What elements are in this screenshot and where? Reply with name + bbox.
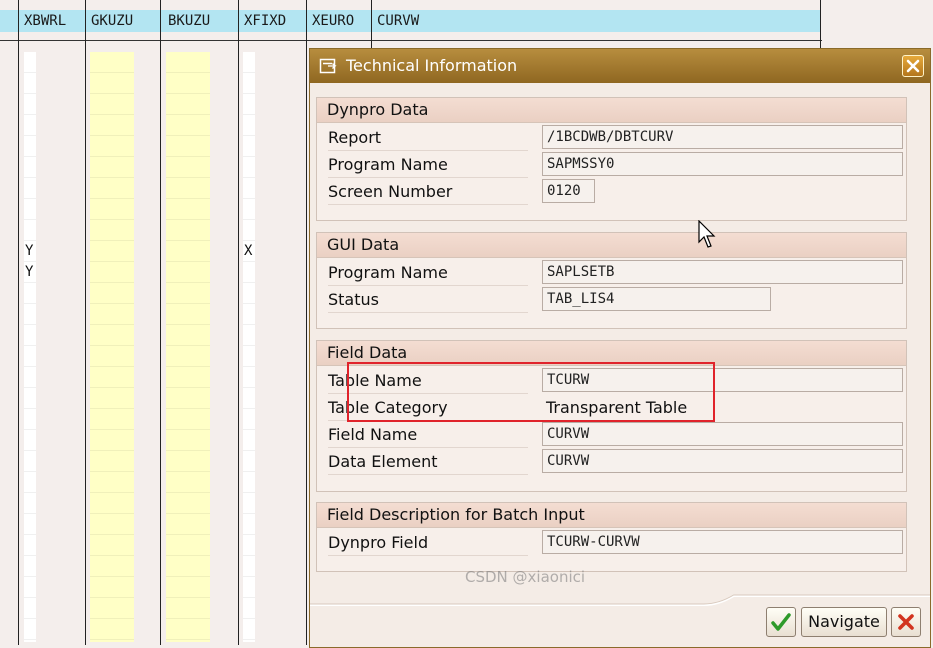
table-cell-xbwrl[interactable]: Y <box>25 264 33 280</box>
continue-button[interactable] <box>766 607 796 637</box>
technical-information-dialog: Technical Information Dynpro Data Report… <box>309 48 931 648</box>
section-title: Field Description for Batch Input <box>317 503 906 528</box>
column-header-gkuzu[interactable]: GKUZU <box>86 10 133 32</box>
screen-number-label: Screen Number <box>328 179 528 205</box>
section-batch-input: Field Description for Batch Input Dynpro… <box>316 502 907 572</box>
table-cell-xfixd[interactable]: X <box>244 243 252 259</box>
highlight-annotation <box>347 362 715 422</box>
dynpro-field-label: Dynpro Field <box>328 530 528 556</box>
column-separator <box>820 0 821 48</box>
navigate-button[interactable]: Navigate <box>801 607 887 637</box>
dynpro-field-field[interactable]: TCURW-CURVW <box>542 530 903 554</box>
column-separator <box>85 0 86 645</box>
watermark: CSDN @xiaonici <box>465 568 586 586</box>
cancel-x-icon <box>898 614 914 630</box>
gui-program-name-field[interactable]: SAPLSETB <box>542 260 903 284</box>
column-separator <box>306 0 307 645</box>
report-field[interactable]: /1BCDWB/DBTCURV <box>542 125 903 149</box>
column-cells-bkuzu[interactable] <box>166 52 210 642</box>
section-title: GUI Data <box>317 233 906 258</box>
column-cells-gkuzu[interactable] <box>90 52 134 642</box>
gui-program-name-label: Program Name <box>328 260 528 286</box>
section-dynpro-data: Dynpro Data Report /1BCDWB/DBTCURV Progr… <box>316 97 907 221</box>
column-separator <box>238 0 239 645</box>
column-cells-xbwrl[interactable] <box>24 52 36 642</box>
program-name-field[interactable]: SAPMSSY0 <box>542 152 903 176</box>
field-name-field[interactable]: CURVW <box>542 422 903 446</box>
table-header-divider <box>0 40 822 41</box>
column-cells-xfixd[interactable] <box>243 52 255 642</box>
column-header-curvw[interactable]: CURVW <box>372 10 419 32</box>
table-cell-xbwrl[interactable]: Y <box>25 243 33 259</box>
column-header-bkuzu[interactable]: BKUZU <box>163 10 210 32</box>
section-gui-data: GUI Data Program Name SAPLSETB Status TA… <box>316 232 907 329</box>
close-button[interactable] <box>902 55 924 77</box>
column-separator <box>160 0 161 645</box>
mouse-cursor-icon <box>698 220 716 248</box>
column-header-xfixd[interactable]: XFIXD <box>239 10 286 32</box>
close-icon <box>906 59 920 73</box>
info-window-icon <box>319 58 337 74</box>
column-header-xeuro[interactable]: XEURO <box>307 10 354 32</box>
dialog-title: Technical Information <box>346 56 518 75</box>
column-header-xbwrl[interactable]: XBWRL <box>19 10 66 32</box>
status-label: Status <box>328 287 528 313</box>
checkmark-icon <box>771 613 791 631</box>
screen-number-field[interactable]: 0120 <box>542 179 595 203</box>
field-name-label: Field Name <box>328 422 528 448</box>
data-element-field[interactable]: CURVW <box>542 449 903 473</box>
column-separator <box>18 0 19 645</box>
cancel-button[interactable] <box>891 607 921 637</box>
data-element-label: Data Element <box>328 449 528 475</box>
section-title: Dynpro Data <box>317 98 906 123</box>
report-label: Report <box>328 125 528 151</box>
status-field[interactable]: TAB_LIS4 <box>542 287 771 311</box>
program-name-label: Program Name <box>328 152 528 178</box>
dialog-title-bar[interactable]: Technical Information <box>310 49 930 83</box>
